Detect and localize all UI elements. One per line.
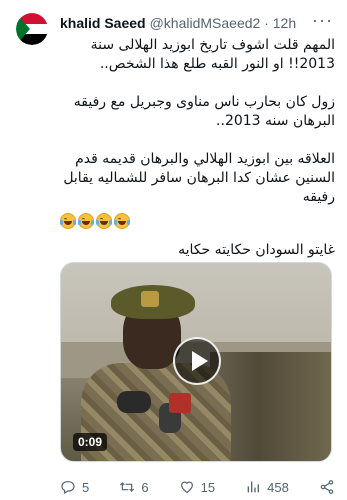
tweet-actions: 5 6 15 458 [60, 476, 335, 498]
sudan-flag-icon [16, 13, 48, 45]
retweet-count: 6 [141, 479, 149, 495]
avatar[interactable] [16, 13, 48, 45]
share-icon [320, 480, 334, 494]
tweet-header: khalid Saeed @khalidMSaeed2 · 12h ··· [60, 10, 339, 34]
laughing-emoji-icon [78, 213, 94, 229]
tweet-paragraph: العلاقه بين ابوزيد الهلالي والبرهان قديم… [63, 151, 335, 205]
video-microphone [117, 391, 151, 413]
author-name[interactable]: khalid Saeed [60, 15, 146, 31]
reply-icon [61, 481, 75, 495]
views-count: 458 [267, 479, 289, 495]
heart-icon [180, 481, 193, 494]
video-beret-badge [141, 291, 159, 307]
tweet-paragraph: غايتو السودان حكايته حكايه [178, 242, 335, 258]
retweet-button[interactable]: 6 [119, 479, 149, 495]
reply-button[interactable]: 5 [60, 479, 89, 495]
emoji-row [60, 213, 335, 229]
laughing-emoji-icon [60, 213, 76, 229]
reply-count: 5 [82, 479, 90, 495]
share-button[interactable] [319, 479, 335, 495]
laughing-emoji-icon [96, 213, 112, 229]
play-button[interactable] [173, 337, 221, 385]
author-handle-time[interactable]: @khalidMSaeed2 · 12h [150, 15, 297, 31]
retweet-icon [120, 482, 135, 492]
views-button[interactable]: 458 [245, 479, 289, 495]
tweet-paragraph: زول كان بحارب ناس مناوى وجبريل مع رفيقه … [73, 94, 335, 129]
video-mic-flag [169, 393, 191, 413]
like-count: 15 [200, 479, 216, 495]
tweet-text: المهم قلت اشوف تاريخ ابوزيد الهلالى سنة … [60, 36, 335, 279]
like-button[interactable]: 15 [179, 479, 215, 495]
views-chart-icon [247, 481, 260, 493]
more-options-icon[interactable]: ··· [312, 10, 333, 31]
video-player[interactable]: 0:09 [60, 262, 332, 462]
tweet-paragraph: المهم قلت اشوف تاريخ ابوزيد الهلالى سنة … [90, 37, 335, 72]
laughing-emoji-icon [114, 213, 130, 229]
video-duration: 0:09 [73, 433, 108, 451]
